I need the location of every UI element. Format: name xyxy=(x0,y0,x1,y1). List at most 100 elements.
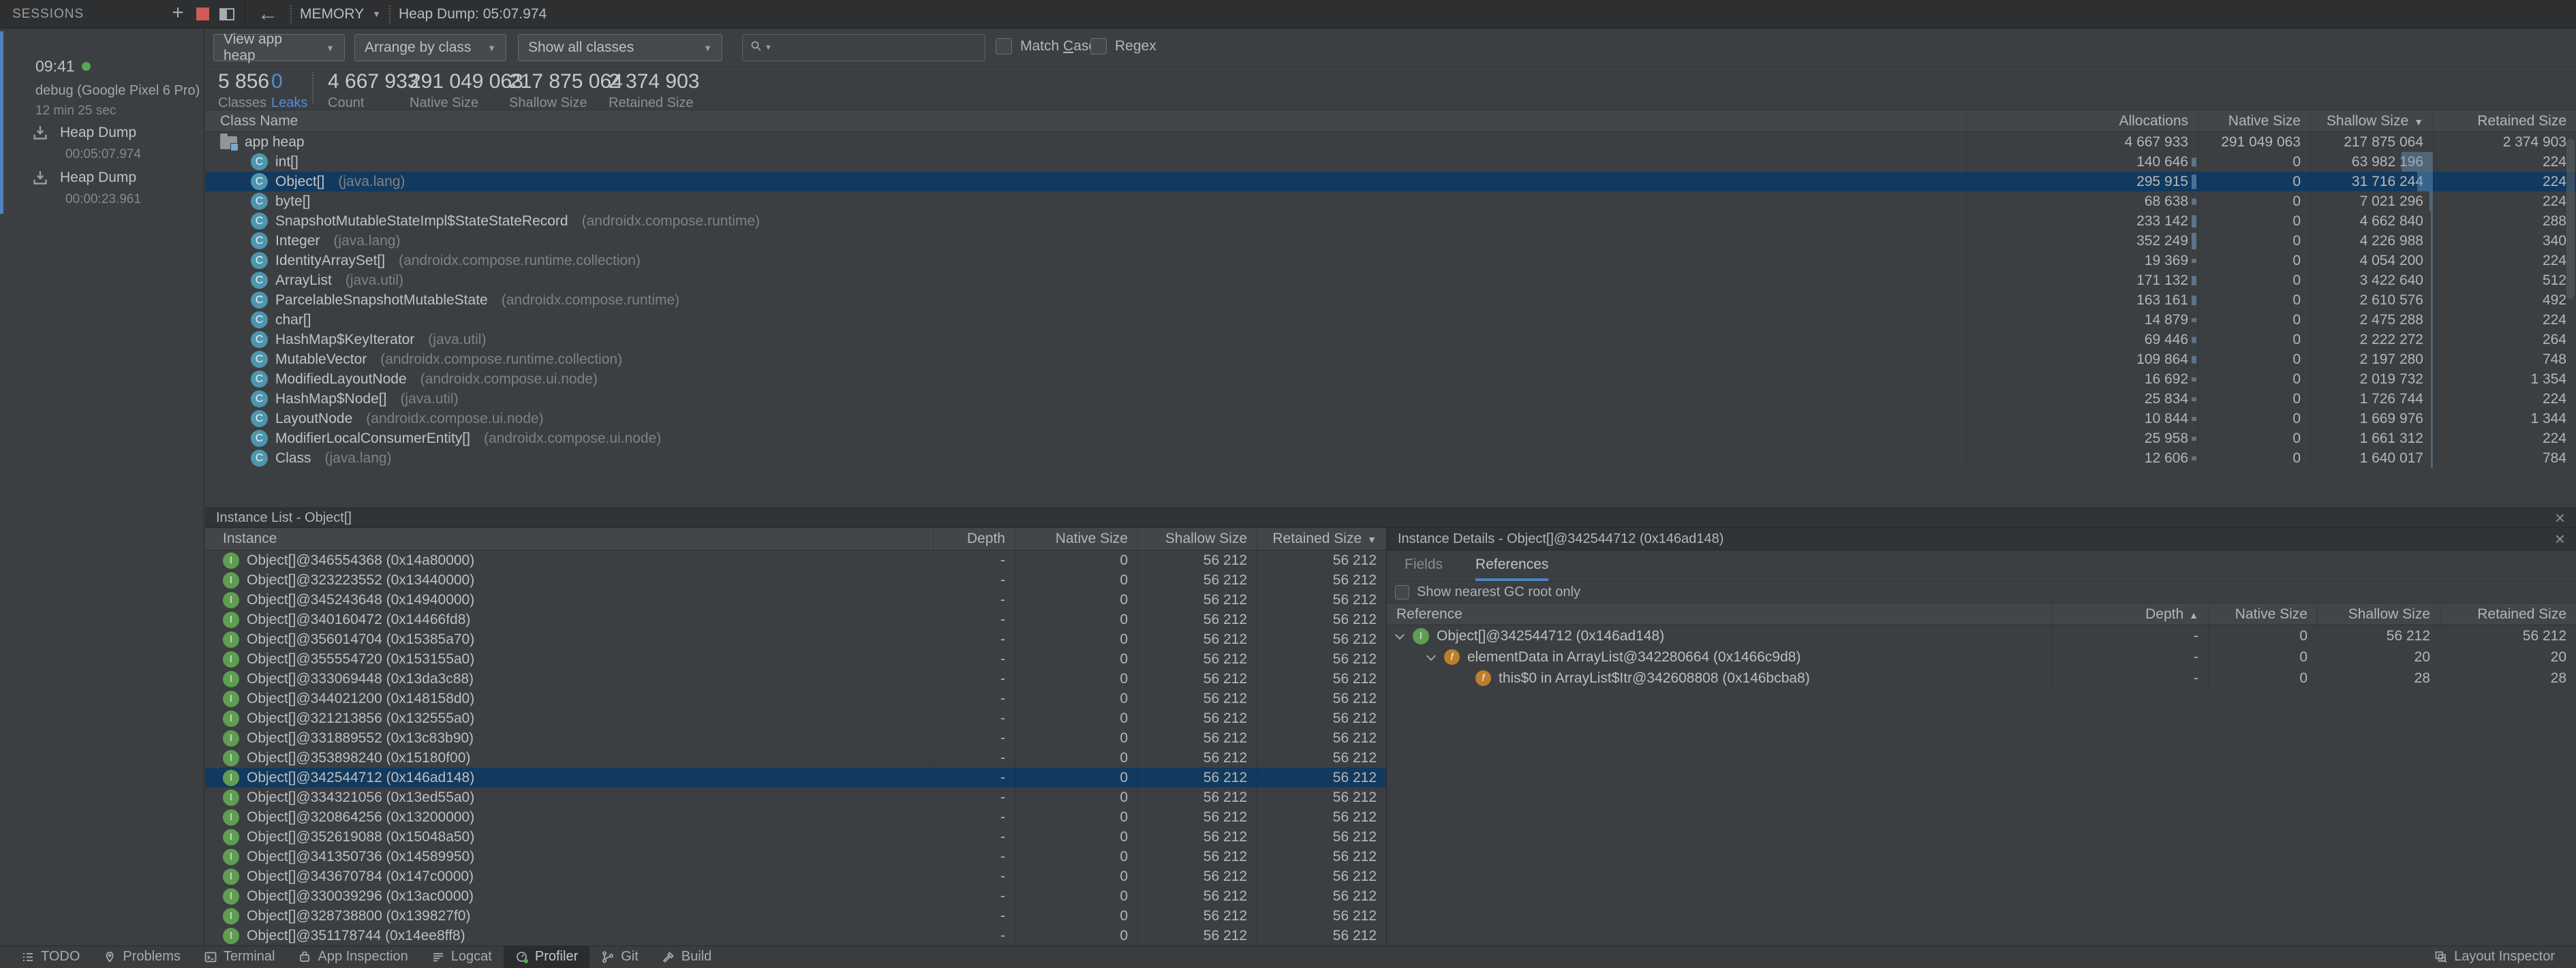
heap-dump-icon xyxy=(31,124,49,142)
class-icon: C xyxy=(251,173,268,190)
match-case-checkbox[interactable] xyxy=(996,38,1012,54)
class-table-scrollbar[interactable] xyxy=(2566,139,2575,299)
class-table-row[interactable]: C Class(java.lang) 12 606 0 1 640 017 78… xyxy=(205,448,2576,468)
terminal-icon xyxy=(204,950,217,964)
instance-row[interactable]: I Object[]@345243648 (0x14940000) - 0 56… xyxy=(205,590,1386,610)
instance-row[interactable]: I Object[]@328738800 (0x139827f0) - 0 56… xyxy=(205,906,1386,926)
regex-option[interactable]: Regex xyxy=(1090,38,1156,54)
chevron-expanded-icon[interactable] xyxy=(1395,629,1405,639)
column-retained-size[interactable]: Retained Size xyxy=(2433,110,2576,131)
column-native-size[interactable]: Native Size xyxy=(2198,110,2310,131)
instance-icon: I xyxy=(223,750,239,766)
instance-row[interactable]: I Object[]@330039296 (0x13ac0000) - 0 56… xyxy=(205,886,1386,906)
close-icon[interactable]: × xyxy=(2555,530,2565,548)
instance-row[interactable]: I Object[]@356014704 (0x15385a70) - 0 56… xyxy=(205,629,1386,649)
column-shallow-size[interactable]: Shallow Size xyxy=(2317,604,2440,625)
class-table-row[interactable]: C HashMap$Node[](java.util) 25 834 0 1 7… xyxy=(205,389,2576,409)
tab-fields[interactable]: Fields xyxy=(1405,557,1443,581)
column-native-size[interactable]: Native Size xyxy=(1015,528,1137,550)
instance-row[interactable]: I Object[]@334321056 (0x13ed55a0) - 0 56… xyxy=(205,787,1386,807)
column-depth[interactable]: Depth▲ xyxy=(2051,604,2208,625)
tab-references[interactable]: References xyxy=(1475,557,1548,581)
instance-icon: I xyxy=(223,651,239,668)
collapse-panel-button[interactable] xyxy=(215,3,239,26)
statusbar-item-todo[interactable]: TODO xyxy=(10,946,91,968)
column-native-size[interactable]: Native Size xyxy=(2208,604,2317,625)
stat-leaks[interactable]: 0Leaks xyxy=(271,70,307,111)
class-table-row[interactable]: C ArrayList(java.util) 171 132 0 3 422 6… xyxy=(205,270,2576,290)
reference-row[interactable]: f this$0 in ArrayList$Itr@342608808 (0x1… xyxy=(1387,668,2576,689)
match-case-option[interactable]: Match Case xyxy=(996,38,1097,54)
statusbar-item-build[interactable]: Build xyxy=(650,946,723,968)
stats-divider xyxy=(312,72,313,104)
instance-row[interactable]: I Object[]@346554368 (0x14a80000) - 0 56… xyxy=(205,550,1386,570)
reference-row[interactable]: f elementData in ArrayList@342280664 (0x… xyxy=(1387,646,2576,668)
search-history-caret-icon[interactable]: ▼ xyxy=(765,44,772,52)
statusbar-item-problems[interactable]: Problems xyxy=(91,946,191,968)
instance-row[interactable]: I Object[]@340160472 (0x14466fd8) - 0 56… xyxy=(205,610,1386,629)
session-time[interactable]: 09:41 xyxy=(35,57,91,76)
column-retained-size[interactable]: Retained Size xyxy=(2440,604,2576,625)
instance-row[interactable]: I Object[]@331889552 (0x13c83b90) - 0 56… xyxy=(205,728,1386,748)
class-table-row[interactable]: C SnapshotMutableStateImpl$StateStateRec… xyxy=(205,211,2576,231)
class-table-row[interactable]: C Object[](java.lang) 295 915 0 31 716 2… xyxy=(205,172,2576,191)
class-filter-select[interactable]: Show all classes ▼ xyxy=(518,34,722,61)
back-arrow-icon[interactable]: ← xyxy=(258,4,278,25)
arrange-select[interactable]: Arrange by class ▼ xyxy=(354,34,506,61)
close-icon[interactable]: × xyxy=(2555,509,2565,527)
statusbar-item-terminal[interactable]: Terminal xyxy=(192,946,287,968)
instance-row[interactable]: I Object[]@320864256 (0x13200000) - 0 56… xyxy=(205,807,1386,827)
statusbar-item-profiler[interactable]: Profiler xyxy=(504,946,589,968)
session-artifact-item[interactable]: Heap Dump xyxy=(31,169,136,187)
instance-row[interactable]: I Object[]@352619088 (0x15048a50) - 0 56… xyxy=(205,827,1386,847)
class-table-row[interactable]: C MutableVector(androidx.compose.runtime… xyxy=(205,349,2576,369)
class-table-row[interactable]: C HashMap$KeyIterator(java.util) 69 446 … xyxy=(205,330,2576,349)
instance-row[interactable]: I Object[]@341350736 (0x14589950) - 0 56… xyxy=(205,847,1386,866)
class-table-row[interactable]: C ParcelableSnapshotMutableState(android… xyxy=(205,290,2576,310)
statusbar-item-layout-inspector[interactable]: Layout Inspector xyxy=(2423,946,2566,968)
instance-row[interactable]: I Object[]@355554720 (0x153155a0) - 0 56… xyxy=(205,649,1386,669)
chevron-expanded-icon[interactable] xyxy=(1426,651,1436,660)
gc-root-checkbox[interactable] xyxy=(1395,585,1409,599)
heap-scope-select[interactable]: View app heap ▼ xyxy=(213,34,345,61)
session-artifact-item[interactable]: Heap Dump xyxy=(31,124,136,142)
drag-handle[interactable] xyxy=(389,5,390,23)
statusbar-item-app-inspection[interactable]: App Inspection xyxy=(286,946,419,968)
column-retained-size[interactable]: Retained Size▼ xyxy=(1257,528,1386,550)
statusbar-item-git[interactable]: Git xyxy=(589,946,650,968)
column-instance[interactable]: Instance xyxy=(205,528,933,550)
regex-checkbox[interactable] xyxy=(1090,38,1107,54)
statusbar-item-logcat[interactable]: Logcat xyxy=(420,946,504,968)
class-table-row[interactable]: C byte[] 68 638 0 7 021 296 224 xyxy=(205,191,2576,211)
class-table-row[interactable]: C ModifiedLayoutNode(androidx.compose.ui… xyxy=(205,369,2576,389)
add-session-button[interactable]: + xyxy=(166,3,190,26)
class-table-row[interactable]: C LayoutNode(androidx.compose.ui.node) 1… xyxy=(205,409,2576,428)
column-reference[interactable]: Reference xyxy=(1387,604,2051,625)
instance-row[interactable]: I Object[]@321213856 (0x132555a0) - 0 56… xyxy=(205,708,1386,728)
column-shallow-size[interactable]: Shallow Size xyxy=(1137,528,1257,550)
class-table-row[interactable]: C char[] 14 879 0 2 475 288 224 xyxy=(205,310,2576,330)
instance-row[interactable]: I Object[]@343670784 (0x147c0000) - 0 56… xyxy=(205,866,1386,886)
instance-row[interactable]: I Object[]@351178744 (0x14ee8ff8) - 0 56… xyxy=(205,926,1386,946)
class-table-row[interactable]: C ModifierLocalConsumerEntity[](androidx… xyxy=(205,428,2576,448)
instance-row[interactable]: I Object[]@342544712 (0x146ad148) - 0 56… xyxy=(205,768,1386,787)
memory-dropdown[interactable]: MEMORY ▼ xyxy=(300,6,381,22)
class-table-row[interactable]: app heap 4 667 933 291 049 063 217 875 0… xyxy=(205,132,2576,152)
column-shallow-size[interactable]: Shallow Size▼ xyxy=(2310,110,2433,131)
class-table-row[interactable]: C Integer(java.lang) 352 249 0 4 226 988… xyxy=(205,231,2576,251)
stop-session-button[interactable] xyxy=(190,3,215,26)
drag-handle[interactable] xyxy=(290,5,292,23)
column-class-name[interactable]: Class Name xyxy=(205,110,1966,131)
search-input[interactable] xyxy=(773,40,978,57)
column-depth[interactable]: Depth xyxy=(933,528,1015,550)
instance-row[interactable]: I Object[]@353898240 (0x15180f00) - 0 56… xyxy=(205,748,1386,768)
instance-row[interactable]: I Object[]@323223552 (0x13440000) - 0 56… xyxy=(205,570,1386,590)
instance-row[interactable]: I Object[]@344021200 (0x148158d0) - 0 56… xyxy=(205,689,1386,708)
reference-row[interactable]: I Object[]@342544712 (0x146ad148) - 0 56… xyxy=(1387,625,2576,646)
instance-row[interactable]: I Object[]@333069448 (0x13da3c88) - 0 56… xyxy=(205,669,1386,689)
column-allocations[interactable]: Allocations xyxy=(1966,110,2198,131)
class-table-row[interactable]: C int[] 140 646 0 63 982 196 224 xyxy=(205,152,2576,172)
search-box[interactable]: ▼ xyxy=(742,34,985,61)
class-table-row[interactable]: C IdentityArraySet[](androidx.compose.ru… xyxy=(205,251,2576,270)
gc-root-option[interactable]: Show nearest GC root only xyxy=(1387,582,2576,604)
